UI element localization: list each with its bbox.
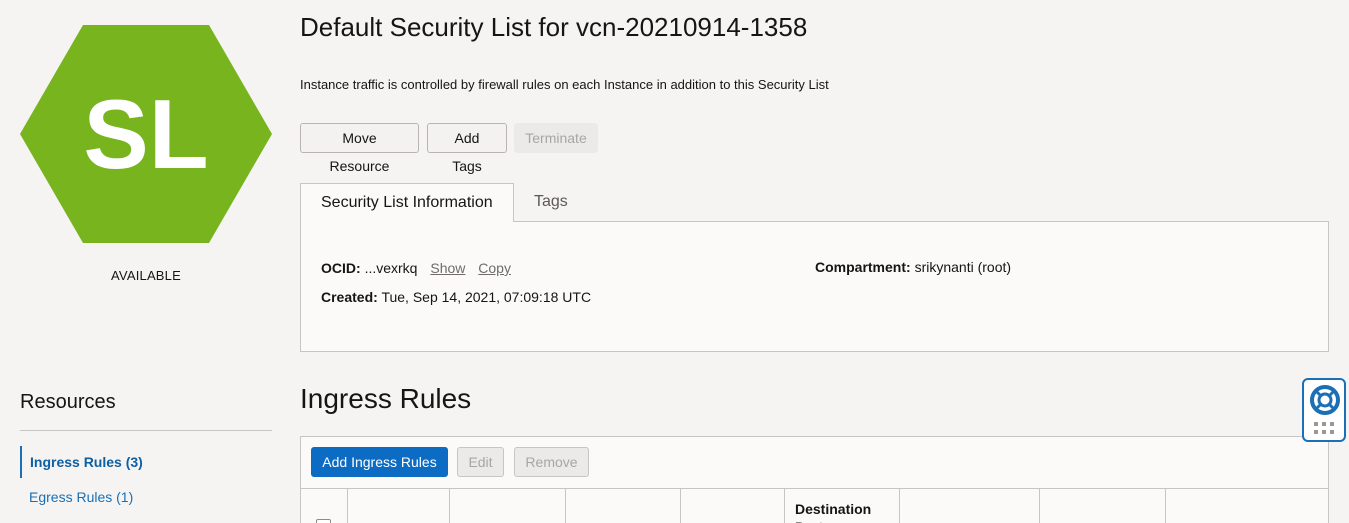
compartment-row: Compartment: srikynanti (root): [815, 259, 1011, 275]
edit-button[interactable]: Edit: [457, 447, 504, 477]
tab-tags[interactable]: Tags: [514, 183, 588, 222]
add-ingress-rules-button[interactable]: Add Ingress Rules: [311, 447, 448, 477]
remove-button[interactable]: Remove: [514, 447, 589, 477]
ingress-rules-title: Ingress Rules: [300, 383, 472, 414]
compartment-label: Compartment:: [815, 259, 911, 275]
ocid-label: OCID:: [321, 260, 361, 276]
resources-heading: Resources: [20, 391, 116, 413]
ocid-show-link[interactable]: Show: [430, 260, 465, 276]
column-header[interactable]: [900, 489, 1040, 523]
column-header[interactable]: [1040, 489, 1166, 523]
move-resource-button[interactable]: Move Resource: [300, 123, 419, 174]
column-header-destination-port[interactable]: Destination Port: [785, 489, 900, 523]
ocid-row: OCID: ...vexrkq Show Copy: [321, 260, 511, 276]
add-tags-button[interactable]: Add Tags: [427, 123, 507, 174]
table-header: Source Port Destination Port: [301, 488, 1328, 523]
column-header[interactable]: [566, 489, 681, 523]
terminate-button[interactable]: Terminate: [514, 123, 598, 153]
ocid-value: ...vexrkq: [364, 260, 418, 276]
created-row: Created: Tue, Sep 14, 2021, 07:09:18 UTC: [321, 289, 591, 305]
created-label: Created:: [321, 289, 378, 305]
compartment-value: srikynanti (root): [914, 259, 1012, 275]
page-title: Default Security List for vcn-20210914-1…: [300, 12, 808, 42]
ocid-copy-link[interactable]: Copy: [478, 260, 511, 276]
tab-security-list-information[interactable]: Security List Information: [300, 183, 514, 222]
resource-hexagon-icon: SL: [20, 25, 272, 243]
select-all-checkbox[interactable]: [316, 519, 331, 523]
drag-grip-icon[interactable]: [1314, 422, 1336, 436]
sidebar-item-ingress-rules[interactable]: Ingress Rules (3): [20, 446, 272, 478]
ingress-rules-table: Add Ingress Rules Edit Remove Source Por…: [300, 436, 1329, 523]
help-widget[interactable]: [1302, 378, 1346, 442]
created-value: Tue, Sep 14, 2021, 07:09:18 UTC: [381, 289, 592, 305]
lifebuoy-icon: [1310, 385, 1340, 415]
resources-divider: [20, 430, 272, 431]
resource-icon-text: SL: [83, 79, 208, 189]
column-header[interactable]: [348, 489, 450, 523]
column-header[interactable]: [450, 489, 566, 523]
sidebar-item-egress-rules[interactable]: Egress Rules (1): [20, 481, 272, 513]
security-list-info-panel: OCID: ...vexrkq Show Copy Created: Tue, …: [300, 221, 1329, 352]
page-description: Instance traffic is controlled by firewa…: [300, 77, 829, 92]
resource-status: AVAILABLE: [111, 268, 181, 283]
column-header-source-port[interactable]: Source Port: [681, 489, 785, 523]
select-all-header: [301, 489, 348, 523]
